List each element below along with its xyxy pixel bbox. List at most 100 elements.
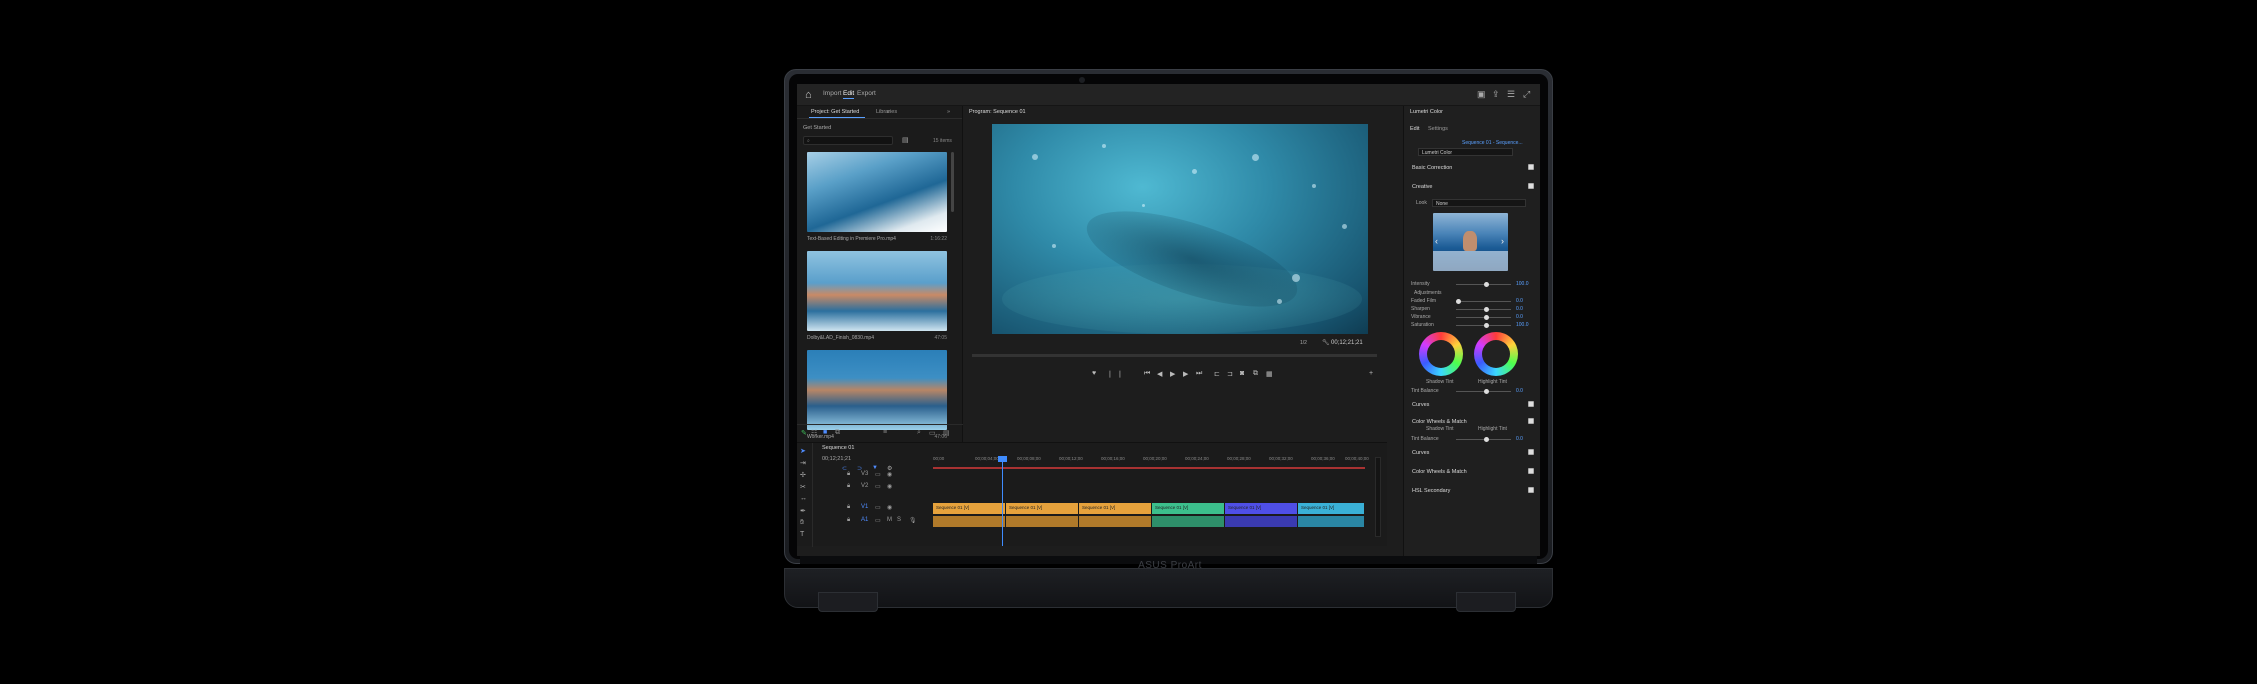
home-icon[interactable]: ⌂: [805, 89, 812, 101]
section-color-wheels[interactable]: Color Wheels & Match: [1412, 469, 1467, 475]
next-look-icon[interactable]: ›: [1501, 236, 1504, 246]
enable-checkbox[interactable]: [1528, 418, 1534, 424]
freeform-icon[interactable]: ⧉: [835, 429, 840, 437]
slider-knob[interactable]: [1484, 315, 1489, 320]
slider-knob[interactable]: [1484, 437, 1489, 442]
step-forward-icon[interactable]: ▶: [1183, 370, 1188, 378]
enable-checkbox[interactable]: [1528, 468, 1534, 474]
video-clip[interactable]: Sequence 01 [V]: [1152, 503, 1224, 514]
audio-clip[interactable]: [1006, 516, 1078, 527]
marker-icon[interactable]: ♥: [1092, 370, 1096, 377]
list-view-icon[interactable]: ☷: [811, 429, 817, 437]
go-to-in-icon[interactable]: ⏮: [1144, 370, 1150, 378]
sync-icon[interactable]: ▭: [875, 517, 881, 524]
video-clip[interactable]: Sequence 01 [V]: [1006, 503, 1078, 514]
faded-film-slider[interactable]: [1456, 299, 1511, 304]
track-header-v1[interactable]: 🔒︎ V1 ▭ ◉: [819, 503, 929, 514]
scrollbar[interactable]: [951, 152, 954, 212]
tab-lumetri-edit[interactable]: Edit: [1410, 126, 1419, 132]
vibrance-slider[interactable]: [1456, 315, 1511, 320]
new-bin-icon[interactable]: ▭: [929, 429, 936, 437]
audio-clip[interactable]: [1152, 516, 1224, 527]
compare-icon[interactable]: ⧉: [1253, 370, 1258, 378]
enable-checkbox[interactable]: [1528, 487, 1534, 493]
effect-select[interactable]: Lumetri Color: [1418, 148, 1513, 156]
panel-title[interactable]: Lumetri Color: [1410, 109, 1443, 115]
track-header-v3[interactable]: 🔒︎ V3 ▭ ◉: [819, 470, 929, 481]
video-clip[interactable]: Sequence 01 [V]: [1298, 503, 1364, 514]
slider-knob[interactable]: [1456, 299, 1461, 304]
enable-checkbox[interactable]: [1528, 183, 1534, 189]
sync-icon[interactable]: ▭: [875, 483, 881, 490]
slider-knob[interactable]: [1484, 282, 1489, 287]
shadow-tint-wheel[interactable]: [1419, 332, 1463, 376]
tab-import[interactable]: Import: [823, 90, 841, 97]
icon-view-icon[interactable]: ■: [823, 429, 827, 436]
audio-clip[interactable]: [1079, 516, 1151, 527]
razor-tool-icon[interactable]: ✂: [800, 483, 806, 491]
prev-look-icon[interactable]: ‹: [1435, 236, 1438, 246]
add-button-icon[interactable]: +: [1369, 370, 1373, 377]
eye-icon[interactable]: ◉: [887, 483, 892, 490]
track-select-icon[interactable]: ⇥: [800, 459, 806, 467]
lock-icon[interactable]: 🔒︎: [847, 504, 850, 511]
sort-icon[interactable]: ≡: [883, 429, 887, 436]
ripple-tool-icon[interactable]: ✢: [800, 471, 806, 479]
section-color-wheels[interactable]: Color Wheels & Match: [1412, 419, 1467, 425]
go-to-out-icon[interactable]: ⏭: [1196, 370, 1202, 378]
clip-item[interactable]: Worker.mp4 47:06: [807, 350, 947, 440]
video-clip[interactable]: Sequence 01 [V]: [933, 503, 1005, 514]
eye-icon[interactable]: ◉: [887, 504, 892, 511]
section-curves[interactable]: Curves: [1412, 402, 1429, 408]
sync-icon[interactable]: ▭: [875, 504, 881, 511]
mute-icon[interactable]: M: [887, 517, 892, 523]
wrench-icon[interactable]: 🔧︎: [1322, 339, 1330, 346]
scrub-bar[interactable]: [972, 354, 1377, 357]
solo-icon[interactable]: S: [897, 517, 901, 523]
search-input[interactable]: ⌕: [803, 136, 893, 145]
export-frame-icon[interactable]: ◙: [1240, 370, 1244, 377]
source-clip[interactable]: Sequence 01 - Sequence...: [1462, 140, 1523, 146]
section-creative[interactable]: Creative: [1412, 184, 1432, 190]
fullscreen-icon[interactable]: ⤢: [1523, 89, 1530, 100]
clip-item[interactable]: Text-Based Editing in Premiere Pro.mp4 1…: [807, 152, 947, 242]
intensity-value[interactable]: 100.0: [1516, 281, 1529, 287]
pen-tool-icon[interactable]: ✒: [800, 507, 806, 515]
audio-clip[interactable]: [933, 516, 1005, 527]
saturation-slider[interactable]: [1456, 323, 1511, 328]
clip-item[interactable]: Dolby&LAD_Finish_0830.mp4 47:05: [807, 251, 947, 341]
adjust-value[interactable]: 0.0: [1516, 298, 1523, 304]
lock-icon[interactable]: 🔒︎: [847, 471, 850, 478]
slider-knob[interactable]: [1484, 307, 1489, 312]
slip-tool-icon[interactable]: ↔: [800, 495, 807, 502]
pen-icon[interactable]: ✎: [801, 429, 807, 437]
enable-checkbox[interactable]: [1528, 164, 1534, 170]
panels-icon[interactable]: ☰: [1507, 89, 1515, 100]
share-icon[interactable]: ⇪: [1492, 89, 1500, 100]
lock-icon[interactable]: 🔒︎: [847, 483, 850, 490]
section-basic-correction[interactable]: Basic Correction: [1412, 165, 1452, 171]
enable-checkbox[interactable]: [1528, 449, 1534, 455]
highlight-tint-wheel[interactable]: [1474, 332, 1518, 376]
insert-icon[interactable]: ⊏: [1214, 370, 1220, 378]
step-back-icon[interactable]: ◀: [1157, 370, 1162, 378]
video-clip[interactable]: Sequence 01 [V]: [1225, 503, 1297, 514]
mic-icon[interactable]: 🎙︎: [909, 517, 917, 524]
panel-menu-icon[interactable]: »: [947, 109, 950, 115]
search-bin-icon[interactable]: ⌕: [917, 429, 921, 437]
fit-select[interactable]: 1/2: [1300, 340, 1307, 346]
overwrite-icon[interactable]: ⊐: [1227, 370, 1233, 378]
adjust-value[interactable]: 0.0: [1516, 314, 1523, 320]
tint-balance-value[interactable]: 0.0: [1516, 436, 1523, 442]
track-header-v2[interactable]: 🔒︎ V2 ▭ ◉: [819, 482, 929, 493]
audio-clip[interactable]: [1225, 516, 1297, 527]
selection-tool-icon[interactable]: ➤: [800, 447, 806, 455]
audio-clip[interactable]: [1298, 516, 1364, 527]
lock-icon[interactable]: 🔒︎: [847, 517, 850, 524]
sync-icon[interactable]: ▭: [875, 471, 881, 478]
video-clip[interactable]: Sequence 01 [V]: [1079, 503, 1151, 514]
adjust-value[interactable]: 0.0: [1516, 306, 1523, 312]
tab-lumetri-settings[interactable]: Settings: [1428, 126, 1448, 132]
tint-balance-slider[interactable]: [1456, 437, 1511, 442]
intensity-slider[interactable]: [1456, 282, 1511, 287]
